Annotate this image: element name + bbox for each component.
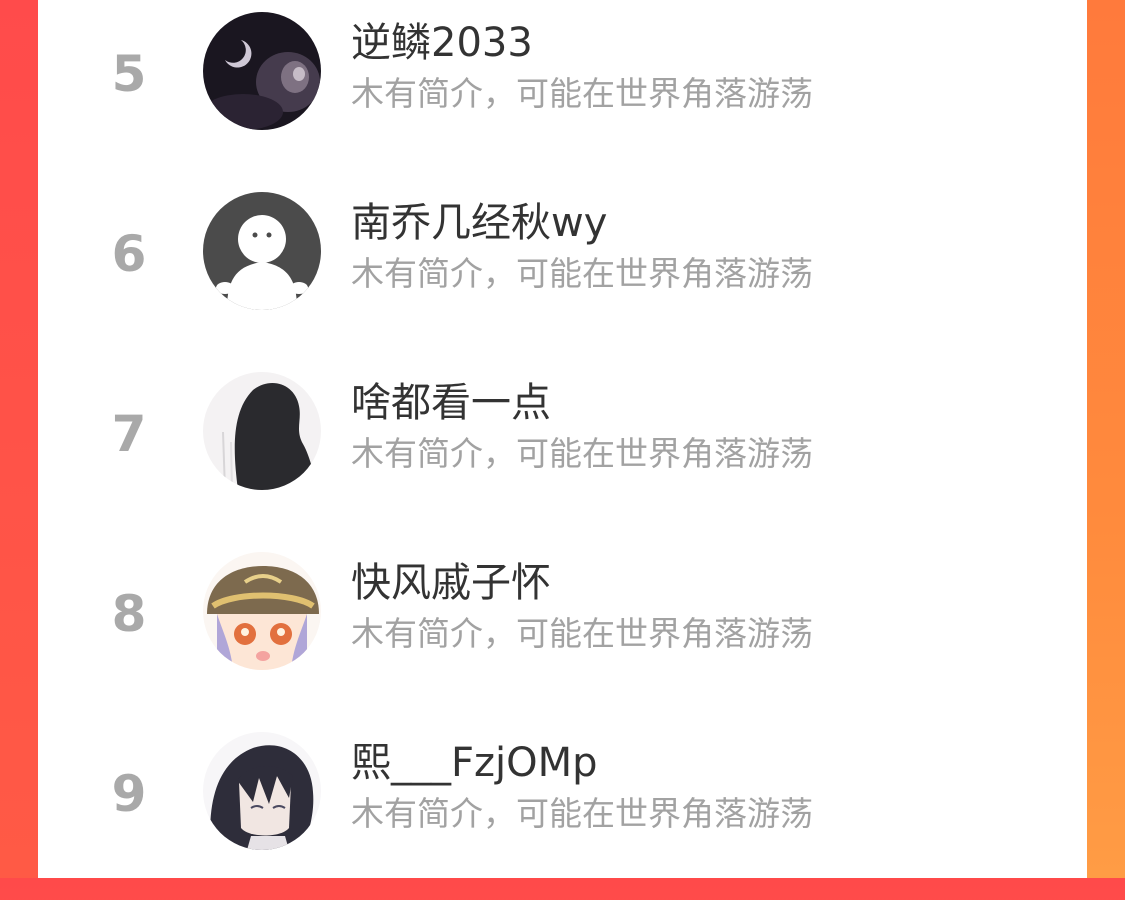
user-name[interactable]: 快风戚子怀 <box>351 558 551 608</box>
right-gradient-border <box>1087 0 1125 878</box>
rank-number: 9 <box>111 765 147 823</box>
rank-number: 6 <box>111 225 147 283</box>
ranking-row[interactable]: 5 逆鳞2033 木有简介，可能在世界角落游荡 <box>38 0 1087 180</box>
user-name[interactable]: 啥都看一点 <box>351 378 551 428</box>
left-gradient-border <box>0 0 38 878</box>
ranking-row[interactable]: 9 熙___FzjOMp 木有简介，可能在世界角落游荡 <box>38 720 1087 900</box>
rank-number: 7 <box>111 405 147 463</box>
user-name[interactable]: 熙___FzjOMp <box>351 738 598 788</box>
rank-number: 5 <box>111 45 147 103</box>
ranking-card: 5 逆鳞2033 木有简介，可能在世界角落游荡 6 南乔几经秋wy 木有简介，可… <box>38 0 1087 878</box>
ranking-row[interactable]: 8 快风戚子怀 木有简介，可能在世界角落游荡 <box>38 540 1087 720</box>
anime-girl-avatar[interactable] <box>203 552 321 670</box>
user-bio: 木有简介，可能在世界角落游荡 <box>351 434 813 473</box>
user-bio: 木有简介，可能在世界角落游荡 <box>351 254 813 293</box>
user-name[interactable]: 南乔几经秋wy <box>351 198 607 248</box>
rank-number: 8 <box>111 585 147 643</box>
anime-boy-avatar[interactable] <box>203 732 321 850</box>
default-user-avatar[interactable] <box>203 192 321 310</box>
ranking-row[interactable]: 6 南乔几经秋wy 木有简介，可能在世界角落游荡 <box>38 180 1087 360</box>
user-name[interactable]: 逆鳞2033 <box>351 18 533 68</box>
user-bio: 木有简介，可能在世界角落游荡 <box>351 74 813 113</box>
user-bio: 木有简介，可能在世界角落游荡 <box>351 614 813 653</box>
silhouette-avatar[interactable] <box>203 372 321 490</box>
dark-moon-avatar[interactable] <box>203 12 321 130</box>
user-bio: 木有简介，可能在世界角落游荡 <box>351 794 813 833</box>
ranking-row[interactable]: 7 啥都看一点 木有简介，可能在世界角落游荡 <box>38 360 1087 540</box>
